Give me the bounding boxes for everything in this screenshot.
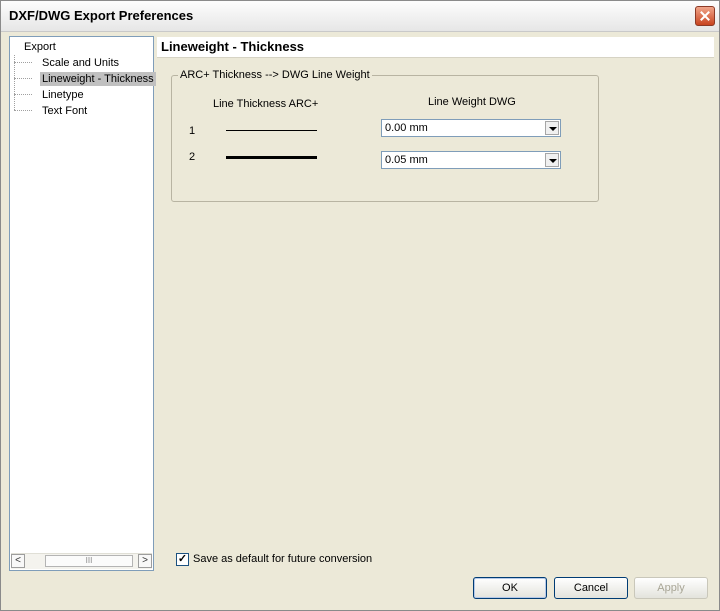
apply-button[interactable]: Apply [634, 577, 708, 599]
column-header-thickness: Line Thickness ARC+ [213, 98, 319, 110]
tree-item-text-font[interactable]: Text Font [40, 104, 89, 118]
tree-item-linetype[interactable]: Linetype [40, 88, 86, 102]
group-label: ARC+ Thickness --> DWG Line Weight [178, 69, 372, 81]
tree-item-lineweight-thickness[interactable]: Lineweight - Thickness [40, 72, 156, 86]
chevron-down-icon[interactable] [545, 153, 559, 167]
tree-horizontal-scrollbar[interactable]: < III > [11, 553, 152, 569]
save-default-checkbox[interactable]: ✓ [176, 553, 189, 566]
thickness-sample-line-1 [226, 130, 317, 131]
thickness-sample-line-2 [226, 156, 317, 159]
row-number: 2 [189, 151, 196, 163]
line-weight-select-1[interactable]: 0.00 mm [381, 119, 561, 137]
line-weight-value-2: 0.05 mm [385, 154, 428, 166]
title-bar[interactable]: DXF/DWG Export Preferences [1, 1, 719, 32]
tree-connector-dot [14, 94, 32, 95]
scroll-thumb[interactable]: III [45, 555, 133, 567]
tree-connector-line [14, 55, 15, 110]
category-tree[interactable]: Export Scale and Units Lineweight - Thic… [9, 36, 156, 571]
ok-button[interactable]: OK [473, 577, 547, 599]
panel-title: Lineweight - Thickness [161, 39, 305, 54]
save-default-label[interactable]: Save as default for future conversion [193, 553, 372, 565]
line-weight-value-1: 0.00 mm [385, 122, 428, 134]
close-icon[interactable] [695, 6, 715, 26]
tree-connector-dot [14, 110, 32, 111]
line-weight-select-2[interactable]: 0.05 mm [381, 151, 561, 169]
thickness-weight-groupbox: ARC+ Thickness --> DWG Line Weight [171, 69, 599, 202]
tree-item-export[interactable]: Export [22, 40, 58, 54]
row-number: 1 [189, 125, 196, 137]
tree-connector-dot [14, 62, 32, 63]
tree-connector-dot [14, 78, 32, 79]
scroll-left-icon[interactable]: < [11, 554, 25, 568]
tree-item-scale-and-units[interactable]: Scale and Units [40, 56, 121, 70]
cancel-button[interactable]: Cancel [554, 577, 628, 599]
scroll-right-icon[interactable]: > [138, 554, 152, 568]
chevron-down-icon[interactable] [545, 121, 559, 135]
panel-header: Lineweight - Thickness [157, 37, 714, 58]
column-header-weight: Line Weight DWG [428, 96, 516, 108]
window-title: DXF/DWG Export Preferences [9, 8, 194, 23]
